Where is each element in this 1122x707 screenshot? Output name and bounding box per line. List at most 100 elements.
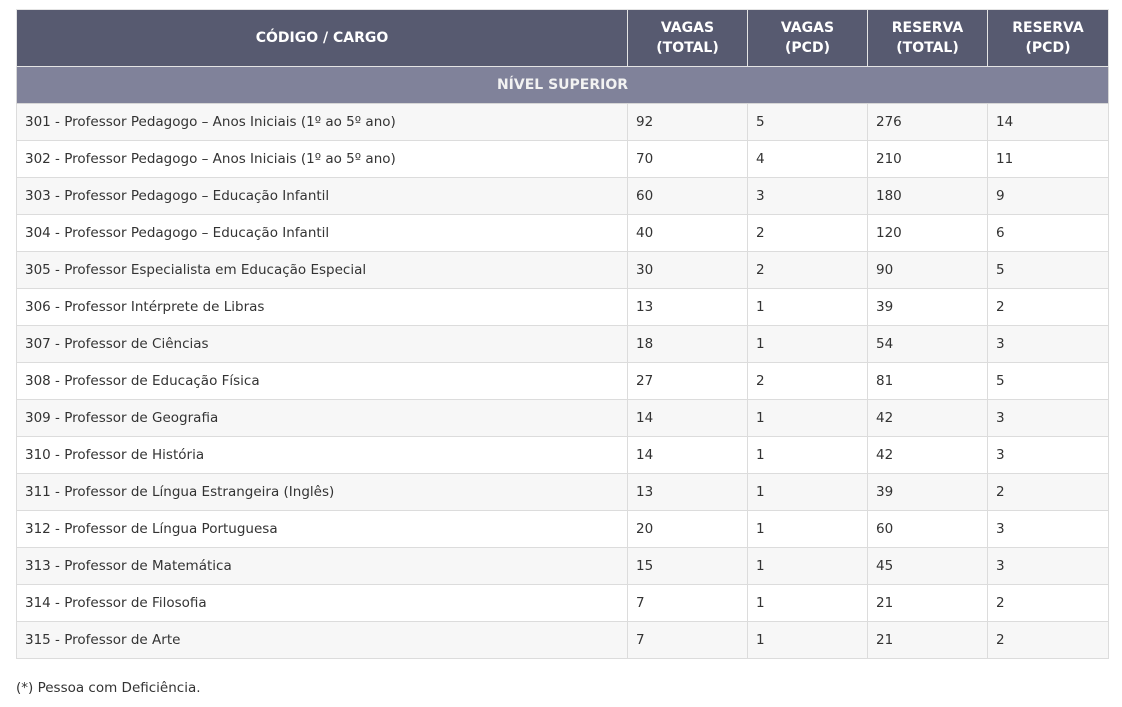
table-row: 314 - Professor de Filosofia 7 1 21 2	[16, 584, 1109, 622]
cell-cargo: 312 - Professor de Língua Portuguesa	[16, 510, 628, 548]
table-row: 311 - Professor de Língua Estrangeira (I…	[16, 473, 1109, 511]
cell-reserva-total: 21	[867, 621, 988, 659]
section-title: NÍVEL SUPERIOR	[16, 66, 1109, 104]
table-row: 305 - Professor Especialista em Educação…	[16, 251, 1109, 289]
cell-reserva-total: 180	[867, 177, 988, 215]
table-row: 310 - Professor de História 14 1 42 3	[16, 436, 1109, 474]
cell-vagas-total: 7	[627, 621, 748, 659]
table-row: 302 - Professor Pedagogo – Anos Iniciais…	[16, 140, 1109, 178]
table-row: 313 - Professor de Matemática 15 1 45 3	[16, 547, 1109, 585]
cell-cargo: 308 - Professor de Educação Física	[16, 362, 628, 400]
cell-reserva-total: 90	[867, 251, 988, 289]
cell-vagas-pcd: 1	[747, 584, 868, 622]
cell-cargo: 310 - Professor de História	[16, 436, 628, 474]
cell-vagas-pcd: 1	[747, 436, 868, 474]
cell-vagas-total: 70	[627, 140, 748, 178]
cell-vagas-total: 30	[627, 251, 748, 289]
header-reserva-total: RESERVA (TOTAL)	[867, 9, 988, 67]
cell-vagas-pcd: 1	[747, 473, 868, 511]
cell-vagas-pcd: 1	[747, 547, 868, 585]
cell-cargo: 306 - Professor Intérprete de Libras	[16, 288, 628, 326]
cell-cargo: 315 - Professor de Arte	[16, 621, 628, 659]
cell-reserva-pcd: 3	[987, 436, 1109, 474]
cell-reserva-total: 45	[867, 547, 988, 585]
cell-cargo: 311 - Professor de Língua Estrangeira (I…	[16, 473, 628, 511]
cell-reserva-total: 60	[867, 510, 988, 548]
table-row: 303 - Professor Pedagogo – Educação Infa…	[16, 177, 1109, 215]
table-row: 312 - Professor de Língua Portuguesa 20 1 6…	[16, 510, 1109, 548]
cell-vagas-total: 15	[627, 547, 748, 585]
cell-vagas-total: 40	[627, 214, 748, 252]
cell-cargo: 307 - Professor de Ciências	[16, 325, 628, 363]
cell-reserva-total: 42	[867, 399, 988, 437]
vacancies-table: CÓDIGO / CARGO VAGAS (TOTAL) VAGAS (PCD)…	[16, 9, 1109, 659]
table-row: 307 - Professor de Ciências 18 1 54 3	[16, 325, 1109, 363]
cell-reserva-total: 42	[867, 436, 988, 474]
cell-vagas-total: 92	[627, 103, 748, 141]
section-row: NÍVEL SUPERIOR	[16, 66, 1109, 104]
table-header: CÓDIGO / CARGO VAGAS (TOTAL) VAGAS (PCD)…	[16, 9, 1109, 67]
cell-cargo: 309 - Professor de Geografia	[16, 399, 628, 437]
cell-vagas-total: 60	[627, 177, 748, 215]
header-codigo-cargo: CÓDIGO / CARGO	[16, 9, 628, 67]
cell-reserva-total: 21	[867, 584, 988, 622]
cell-reserva-pcd: 3	[987, 547, 1109, 585]
cell-vagas-pcd: 5	[747, 103, 868, 141]
cell-cargo: 304 - Professor Pedagogo – Educação Infa…	[16, 214, 628, 252]
table-row: 304 - Professor Pedagogo – Educação Infa…	[16, 214, 1109, 252]
cell-cargo: 303 - Professor Pedagogo – Educação Infa…	[16, 177, 628, 215]
cell-reserva-pcd: 3	[987, 510, 1109, 548]
cell-vagas-pcd: 1	[747, 510, 868, 548]
table-row: 309 - Professor de Geografia 14 1 42 3	[16, 399, 1109, 437]
header-reserva-pcd: RESERVA (PCD)	[987, 9, 1109, 67]
cell-reserva-total: 39	[867, 473, 988, 511]
cell-vagas-total: 14	[627, 436, 748, 474]
table-row: 306 - Professor Intérprete de Libras 13 1 3…	[16, 288, 1109, 326]
cell-reserva-total: 276	[867, 103, 988, 141]
cell-vagas-total: 14	[627, 399, 748, 437]
cell-vagas-pcd: 1	[747, 399, 868, 437]
cell-vagas-total: 20	[627, 510, 748, 548]
cell-reserva-total: 210	[867, 140, 988, 178]
cell-reserva-pcd: 2	[987, 473, 1109, 511]
cell-reserva-pcd: 11	[987, 140, 1109, 178]
cell-vagas-total: 13	[627, 473, 748, 511]
cell-vagas-pcd: 2	[747, 251, 868, 289]
cell-vagas-total: 27	[627, 362, 748, 400]
table-row: 315 - Professor de Arte 7 1 21 2	[16, 621, 1109, 659]
cell-vagas-total: 7	[627, 584, 748, 622]
cell-reserva-pcd: 2	[987, 621, 1109, 659]
cell-cargo: 314 - Professor de Filosofia	[16, 584, 628, 622]
cell-reserva-pcd: 2	[987, 288, 1109, 326]
cell-vagas-pcd: 1	[747, 325, 868, 363]
cell-reserva-pcd: 3	[987, 325, 1109, 363]
cell-reserva-pcd: 3	[987, 399, 1109, 437]
table-body: NÍVEL SUPERIOR 301 - Professor Pedagogo …	[16, 66, 1109, 659]
cell-reserva-pcd: 14	[987, 103, 1109, 141]
cell-reserva-pcd: 5	[987, 362, 1109, 400]
footnote: (*) Pessoa com Deficiência.	[16, 680, 201, 696]
cell-vagas-pcd: 2	[747, 362, 868, 400]
cell-vagas-pcd: 1	[747, 621, 868, 659]
cell-reserva-pcd: 2	[987, 584, 1109, 622]
cell-vagas-pcd: 4	[747, 140, 868, 178]
cell-cargo: 302 - Professor Pedagogo – Anos Iniciais…	[16, 140, 628, 178]
cell-reserva-pcd: 6	[987, 214, 1109, 252]
table-row: 308 - Professor de Educação Física 27 2 81 5	[16, 362, 1109, 400]
cell-reserva-total: 39	[867, 288, 988, 326]
cell-reserva-total: 81	[867, 362, 988, 400]
cell-reserva-total: 120	[867, 214, 988, 252]
header-vagas-total: VAGAS (TOTAL)	[627, 9, 748, 67]
cell-reserva-pcd: 5	[987, 251, 1109, 289]
cell-vagas-pcd: 2	[747, 214, 868, 252]
cell-vagas-total: 18	[627, 325, 748, 363]
header-vagas-pcd: VAGAS (PCD)	[747, 9, 868, 67]
table-row: 301 - Professor Pedagogo – Anos Iniciais…	[16, 103, 1109, 141]
cell-vagas-pcd: 3	[747, 177, 868, 215]
cell-vagas-pcd: 1	[747, 288, 868, 326]
cell-vagas-total: 13	[627, 288, 748, 326]
cell-cargo: 301 - Professor Pedagogo – Anos Iniciais…	[16, 103, 628, 141]
cell-reserva-total: 54	[867, 325, 988, 363]
cell-cargo: 305 - Professor Especialista em Educação…	[16, 251, 628, 289]
cell-cargo: 313 - Professor de Matemática	[16, 547, 628, 585]
